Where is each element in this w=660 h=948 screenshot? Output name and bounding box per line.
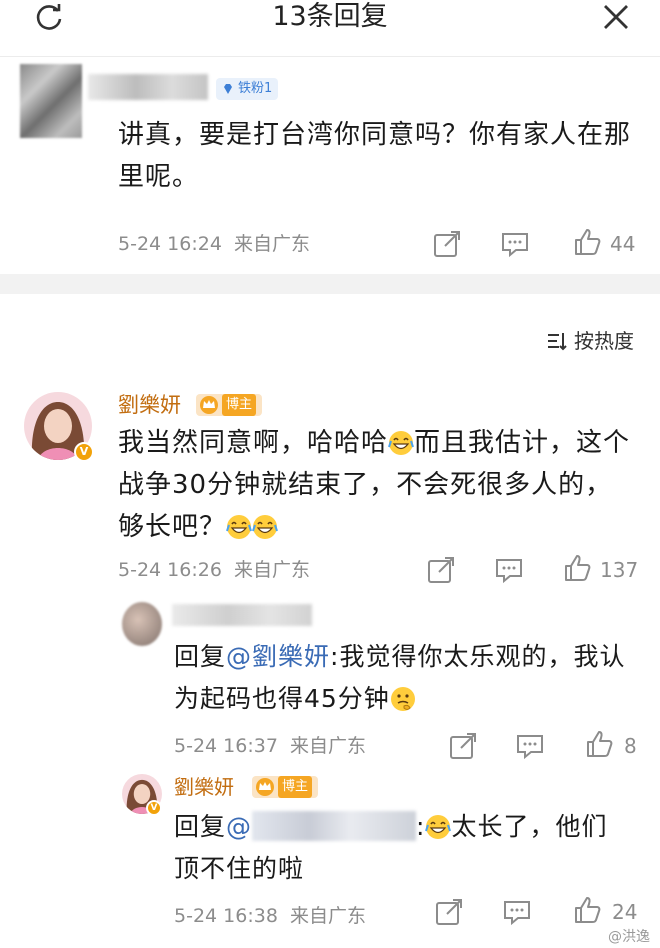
header-divider bbox=[0, 56, 660, 57]
close-icon[interactable] bbox=[602, 3, 630, 31]
sort-label: 按热度 bbox=[574, 329, 634, 353]
blogger-badge-label: 博主 bbox=[278, 776, 313, 798]
like-count: 44 bbox=[610, 232, 636, 256]
reply-page: 13条回复 铁粉1 讲真，要是打台湾你同意吗？你有家人在那里呢。 5-24 16… bbox=[0, 0, 660, 948]
like-icon[interactable] bbox=[584, 729, 614, 759]
sort-hot-button[interactable]: 按热度 bbox=[546, 328, 634, 354]
comment-icon[interactable] bbox=[515, 731, 545, 761]
like-icon[interactable] bbox=[572, 895, 602, 925]
laugh-cry-emoji-icon bbox=[425, 815, 452, 839]
reply-meta: 5-24 16:37 来自广东 bbox=[174, 734, 366, 758]
crown-icon bbox=[256, 778, 274, 796]
username-blurred[interactable] bbox=[172, 604, 312, 626]
sort-icon bbox=[548, 333, 567, 351]
comment-location: 来自广东 bbox=[233, 559, 310, 581]
thinking-emoji-icon bbox=[390, 687, 415, 711]
comment-text: 我当然同意啊，哈哈哈 而且我估计，这个战争30分钟就结束了，不会死很多人的，够长… bbox=[118, 422, 638, 548]
like-count: 8 bbox=[624, 734, 637, 758]
fan-badge: 铁粉1 bbox=[216, 78, 279, 100]
mention-blurred[interactable] bbox=[252, 811, 417, 841]
avatar[interactable] bbox=[20, 64, 82, 138]
reply-prefix: 回复 bbox=[174, 812, 227, 841]
comment-icon[interactable] bbox=[494, 555, 524, 585]
like-count: 24 bbox=[612, 900, 638, 924]
commenter-name[interactable]: 劉樂妍 bbox=[118, 392, 181, 418]
comment-location: 来自广东 bbox=[233, 233, 310, 255]
share-icon[interactable] bbox=[448, 731, 478, 761]
page-title: 13条回复 bbox=[272, 1, 388, 32]
laugh-cry-emoji-icon bbox=[388, 431, 414, 455]
reply-time: 5-24 16:38 bbox=[174, 905, 278, 927]
comment-text: 讲真，要是打台湾你同意吗？你有家人在那里呢。 bbox=[118, 120, 632, 192]
like-icon[interactable] bbox=[562, 553, 592, 583]
laugh-cry-emoji-icon bbox=[252, 515, 278, 539]
mention-link[interactable]: @劉樂妍 bbox=[226, 642, 330, 671]
like-icon[interactable] bbox=[572, 227, 602, 257]
like-count: 137 bbox=[600, 558, 639, 582]
avatar[interactable] bbox=[122, 602, 162, 646]
reply-location: 来自广东 bbox=[289, 905, 366, 927]
comment-meta: 5-24 16:26 来自广东 bbox=[118, 558, 310, 582]
reply-text: 回复@劉樂妍:我觉得你太乐观的，我认为起码也得45分钟 bbox=[174, 636, 644, 720]
blogger-badge: 博主 bbox=[252, 776, 319, 798]
crown-icon bbox=[200, 396, 218, 414]
watermark: @洪逸 bbox=[608, 929, 650, 945]
comment-meta: 5-24 16:24 来自广东 bbox=[118, 232, 310, 256]
fan-badge-label: 铁粉1 bbox=[238, 81, 273, 96]
share-icon[interactable] bbox=[426, 555, 456, 585]
comment-time: 5-24 16:26 bbox=[118, 559, 222, 581]
mention-link[interactable]: @ bbox=[226, 812, 252, 841]
verified-icon: V bbox=[74, 442, 94, 462]
commenter-name[interactable]: 劉樂妍 bbox=[174, 774, 234, 800]
username-blurred[interactable] bbox=[88, 74, 208, 100]
reply-text: 回复@: 太长了，他们顶不住的啦 bbox=[174, 811, 608, 883]
reply-meta: 5-24 16:38 来自广东 bbox=[174, 904, 366, 928]
section-separator bbox=[0, 274, 660, 294]
comment-text-part1: 我当然同意啊，哈哈哈 bbox=[118, 428, 389, 458]
blogger-badge: 博主 bbox=[196, 394, 263, 416]
header: 13条回复 bbox=[0, 0, 660, 56]
reply-location: 来自广东 bbox=[289, 735, 366, 757]
reply-time: 5-24 16:37 bbox=[174, 735, 278, 757]
verified-icon: V bbox=[146, 800, 162, 816]
share-icon[interactable] bbox=[434, 897, 464, 927]
diamond-icon bbox=[224, 84, 232, 94]
blogger-badge-label: 博主 bbox=[222, 394, 257, 416]
comment-time: 5-24 16:24 bbox=[118, 233, 222, 255]
comment-icon[interactable] bbox=[502, 897, 532, 927]
share-icon[interactable] bbox=[432, 229, 462, 259]
reply-prefix: 回复 bbox=[174, 642, 227, 671]
laugh-cry-emoji-icon bbox=[226, 515, 252, 539]
comment-icon[interactable] bbox=[500, 229, 530, 259]
